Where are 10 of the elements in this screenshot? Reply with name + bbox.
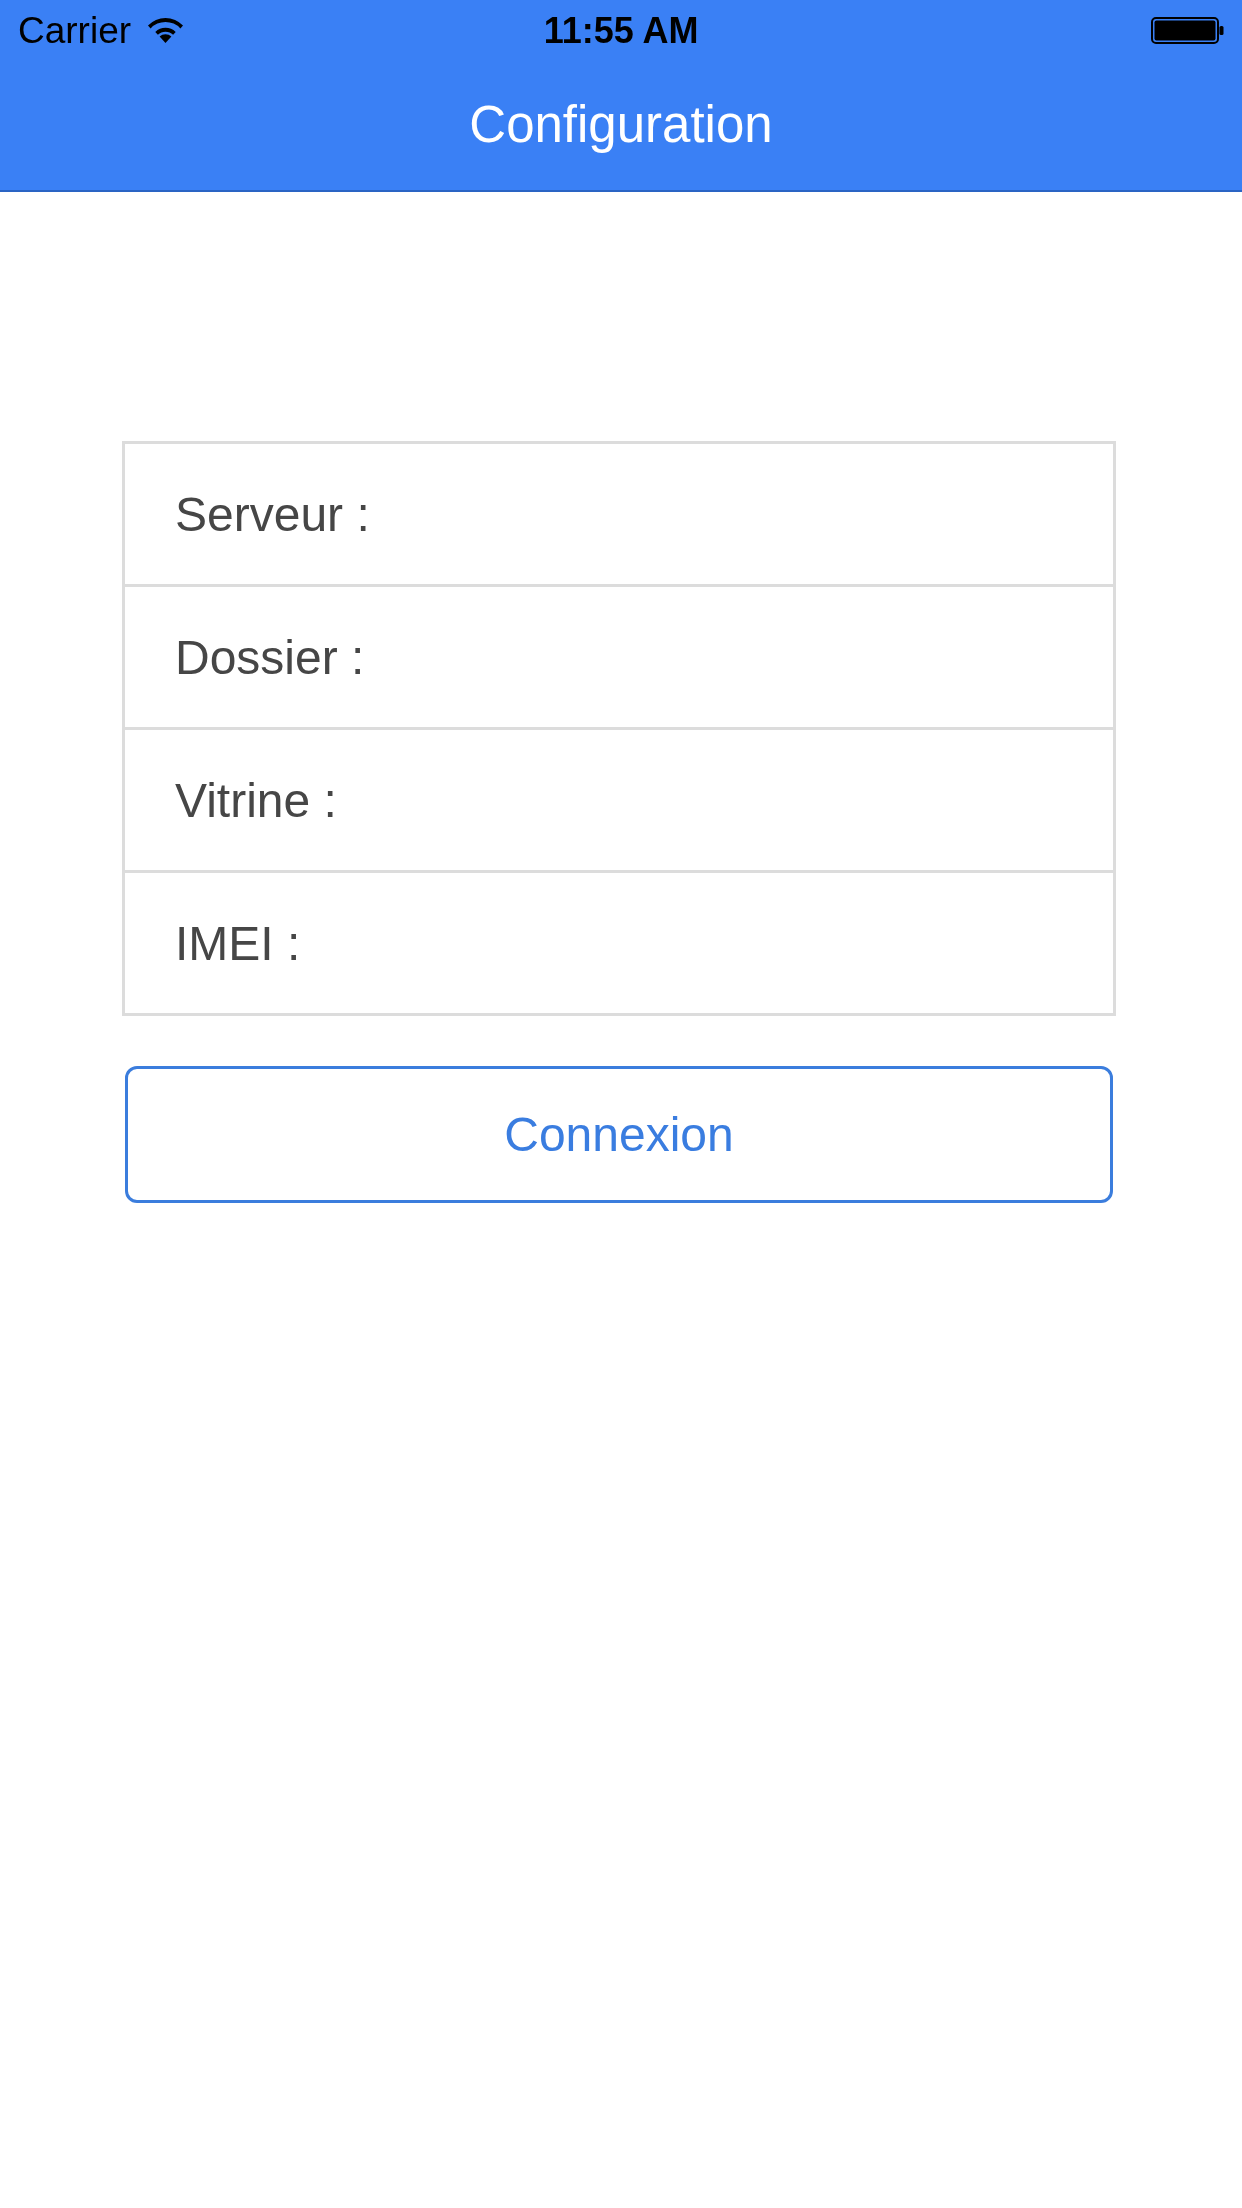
field-label: Dossier : xyxy=(175,629,365,685)
screen-title: Configuration xyxy=(469,95,773,156)
field-label: Vitrine : xyxy=(175,772,337,828)
field-label: Serveur : xyxy=(175,486,370,542)
field-label: IMEI : xyxy=(175,915,301,971)
battery-icon xyxy=(1151,16,1224,44)
wifi-icon xyxy=(147,17,185,43)
status-time: 11:55 AM xyxy=(543,13,699,49)
connect-button[interactable]: Connexion xyxy=(125,1066,1113,1203)
carrier-label: Carrier xyxy=(18,11,132,49)
